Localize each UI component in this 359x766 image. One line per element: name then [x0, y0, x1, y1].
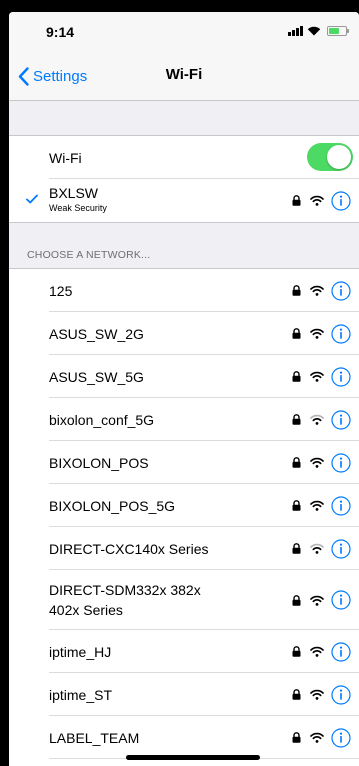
page-title: Wi-Fi [165, 66, 203, 83]
info-icon[interactable] [331, 495, 351, 516]
lock-icon [292, 594, 301, 606]
connected-network-name: BXLSW [49, 185, 99, 201]
lock-icon [292, 689, 301, 700]
info-icon[interactable] [331, 190, 351, 211]
wifi-signal-icon [310, 285, 324, 296]
network-name: ASUS_SW_2G [49, 325, 144, 342]
wifi-signal-icon [310, 371, 324, 382]
network-name: 125 [49, 282, 73, 299]
network-status-icons [292, 280, 351, 301]
network-status-icons [292, 366, 351, 387]
wifi-status-icon [307, 26, 321, 36]
lock-icon [292, 371, 301, 382]
network-name: DIRECT-SDM332x 382x 402x Series [49, 582, 201, 618]
lock-icon [292, 285, 301, 296]
toggle-knob [327, 145, 351, 169]
network-status-icons [292, 452, 351, 473]
network-status-icons [292, 190, 351, 211]
network-status-icons [292, 323, 351, 344]
navigation-bar: Settings Wi-Fi [9, 52, 359, 101]
cellular-signal-icon [288, 25, 303, 36]
info-icon[interactable] [331, 409, 351, 430]
wifi-signal-icon [310, 414, 324, 425]
network-row[interactable]: ASUS_SW_2G [9, 312, 359, 355]
wifi-signal-icon [310, 689, 324, 700]
status-bar: 9:14 [9, 12, 359, 52]
info-icon[interactable] [331, 323, 351, 344]
checkmark-icon [26, 194, 38, 204]
network-row[interactable]: BIXOLON_POS [9, 441, 359, 484]
lock-icon [292, 543, 301, 554]
network-list: 125 ASUS_SW_2G ASUS_SW_5G bixolon_conf_5G BI… [9, 268, 359, 766]
network-name: ASUS_SW_5G [49, 368, 144, 385]
lock-icon [292, 500, 301, 511]
lock-icon [292, 732, 301, 743]
network-row[interactable]: DIRECT-CXC140x Series [9, 527, 359, 570]
info-icon[interactable] [331, 538, 351, 559]
network-name: iptime_HJ [49, 643, 112, 660]
network-status-icons [292, 538, 351, 559]
network-row[interactable]: DIRECT-SDM332x 382x 402x Series [9, 570, 359, 630]
network-name: DIRECT-CXC140x Series [49, 540, 209, 557]
wifi-signal-icon [310, 646, 324, 657]
wifi-toggle-row: Wi-Fi [9, 136, 359, 179]
network-row[interactable]: bixolon_conf_5G [9, 398, 359, 441]
network-status-icons [292, 590, 351, 610]
info-icon[interactable] [331, 366, 351, 387]
lock-icon [292, 195, 301, 206]
network-row[interactable]: ASUS_SW_5G [9, 355, 359, 398]
network-row[interactable]: iptime_HJ [9, 630, 359, 673]
settings-screen: 9:14 Settings Wi-Fi Wi-Fi BXLSW Weak Sec… [9, 12, 359, 766]
lock-icon [292, 457, 301, 468]
wifi-signal-icon [310, 457, 324, 468]
network-status-icons [292, 409, 351, 430]
status-time: 9:14 [46, 24, 75, 40]
info-icon[interactable] [331, 452, 351, 473]
wifi-section: Wi-Fi BXLSW Weak Security [9, 135, 359, 223]
connected-network-security: Weak Security [49, 203, 107, 213]
battery-icon [327, 25, 349, 36]
info-icon[interactable] [331, 684, 351, 705]
section-header: CHOOSE A NETWORK... [27, 249, 151, 261]
wifi-toggle-label: Wi-Fi [49, 149, 82, 166]
connected-network-row[interactable]: BXLSW Weak Security [9, 179, 359, 222]
network-name: BIXOLON_POS [49, 454, 149, 471]
network-status-icons [292, 684, 351, 705]
info-icon[interactable] [331, 641, 351, 662]
network-name: bixolon_conf_5G [49, 411, 155, 428]
network-name: iptime_ST [49, 686, 113, 703]
wifi-signal-icon [310, 500, 324, 511]
network-row[interactable]: LABEL_TEAM [9, 716, 359, 759]
network-name: BIXOLON_POS_5G [49, 497, 176, 514]
info-icon[interactable] [331, 280, 351, 301]
wifi-signal-icon [310, 595, 324, 606]
network-status-icons [292, 727, 351, 748]
network-status-icons [292, 641, 351, 662]
lock-icon [292, 328, 301, 339]
info-icon[interactable] [331, 590, 351, 610]
network-row[interactable]: BIXOLON_POS_5G [9, 484, 359, 527]
network-row[interactable]: 125 [9, 269, 359, 312]
status-icons [288, 25, 349, 36]
network-name: LABEL_TEAM [49, 729, 140, 746]
home-indicator [126, 755, 260, 760]
wifi-signal-icon [310, 328, 324, 339]
info-icon[interactable] [331, 727, 351, 748]
wifi-toggle[interactable] [307, 143, 353, 171]
lock-icon [292, 414, 301, 425]
network-row[interactable]: iptime_ST [9, 673, 359, 716]
network-row[interactable]: POS_BB [9, 759, 359, 766]
network-status-icons [292, 495, 351, 516]
wifi-signal-icon [310, 543, 324, 554]
lock-icon [292, 646, 301, 657]
wifi-signal-icon [310, 195, 324, 206]
wifi-signal-icon [310, 732, 324, 743]
